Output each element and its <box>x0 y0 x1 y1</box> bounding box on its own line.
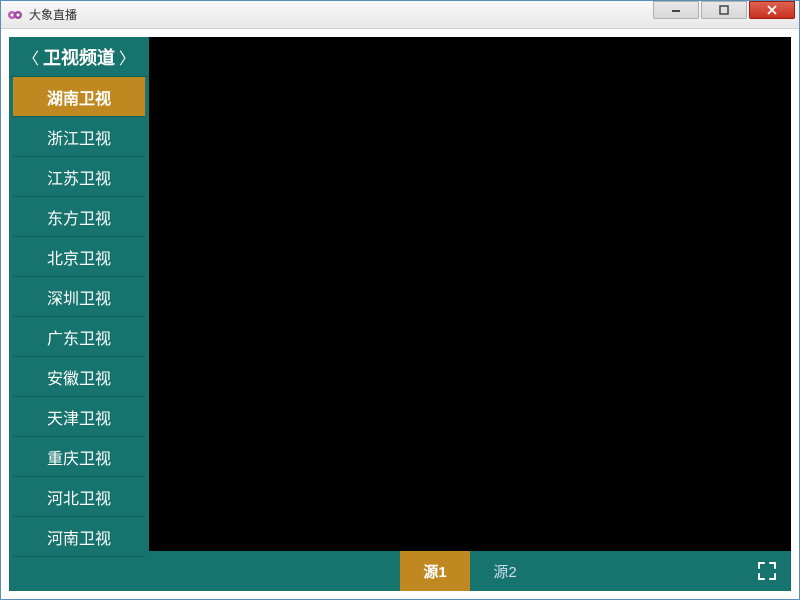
channel-label: 重庆卫视 <box>47 445 111 469</box>
channel-label: 安徽卫视 <box>47 365 111 389</box>
channel-label: 湖南卫视 <box>47 85 111 109</box>
channel-sidebar: 〈 卫视频道 〉 湖南卫视 浙江卫视 江苏卫视 东方卫视 北京卫视 深圳卫视 广… <box>9 37 149 591</box>
channel-label: 北京卫视 <box>47 245 111 269</box>
channel-item-chongqing[interactable]: 重庆卫视 <box>13 437 145 477</box>
category-header[interactable]: 〈 卫视频道 〉 <box>9 37 149 77</box>
source-tab-1[interactable]: 源1 <box>400 551 470 591</box>
video-player[interactable] <box>149 37 791 551</box>
bottom-bar: 源1 源2 <box>149 551 791 591</box>
fullscreen-icon <box>757 561 777 581</box>
category-label: 卫视频道 <box>43 44 115 70</box>
channel-label: 深圳卫视 <box>47 285 111 309</box>
channel-item-shenzhen[interactable]: 深圳卫视 <box>13 277 145 317</box>
channel-item-dongfang[interactable]: 东方卫视 <box>13 197 145 237</box>
source-tabs: 源1 源2 <box>400 551 540 591</box>
app-window: 大象直播 〈 卫视频道 〉 湖南卫视 浙江卫视 江苏卫视 <box>0 0 800 600</box>
source-tab-2[interactable]: 源2 <box>470 551 540 591</box>
content-area: 〈 卫视频道 〉 湖南卫视 浙江卫视 江苏卫视 东方卫视 北京卫视 深圳卫视 广… <box>1 29 799 599</box>
fullscreen-button[interactable] <box>755 559 779 583</box>
app-icon <box>7 7 23 23</box>
channel-item-zhejiang[interactable]: 浙江卫视 <box>13 117 145 157</box>
source-tab-label: 源2 <box>493 561 516 582</box>
channel-label: 广东卫视 <box>47 325 111 349</box>
titlebar: 大象直播 <box>1 1 799 29</box>
channel-item-tianjin[interactable]: 天津卫视 <box>13 397 145 437</box>
channel-label: 浙江卫视 <box>47 125 111 149</box>
channel-label: 天津卫视 <box>47 405 111 429</box>
channel-item-guangdong[interactable]: 广东卫视 <box>13 317 145 357</box>
window-controls <box>653 1 799 28</box>
maximize-button[interactable] <box>701 1 747 19</box>
chevron-right-icon: 〉 <box>119 45 135 69</box>
channel-item-jiangsu[interactable]: 江苏卫视 <box>13 157 145 197</box>
source-tab-label: 源1 <box>423 561 446 582</box>
channel-list: 湖南卫视 浙江卫视 江苏卫视 东方卫视 北京卫视 深圳卫视 广东卫视 安徽卫视 … <box>9 77 149 591</box>
channel-item-hebei[interactable]: 河北卫视 <box>13 477 145 517</box>
channel-item-beijing[interactable]: 北京卫视 <box>13 237 145 277</box>
main-area: 源1 源2 <box>149 37 791 591</box>
minimize-button[interactable] <box>653 1 699 19</box>
chevron-left-icon: 〈 <box>23 45 39 69</box>
channel-label: 江苏卫视 <box>47 165 111 189</box>
app-title: 大象直播 <box>29 6 77 23</box>
titlebar-left: 大象直播 <box>7 6 77 23</box>
channel-label: 河北卫视 <box>47 485 111 509</box>
channel-item-hunan[interactable]: 湖南卫视 <box>13 77 145 117</box>
channel-label: 河南卫视 <box>47 525 111 549</box>
channel-label: 东方卫视 <box>47 205 111 229</box>
channel-item-henan[interactable]: 河南卫视 <box>13 517 145 557</box>
close-button[interactable] <box>749 1 795 19</box>
channel-item-anhui[interactable]: 安徽卫视 <box>13 357 145 397</box>
